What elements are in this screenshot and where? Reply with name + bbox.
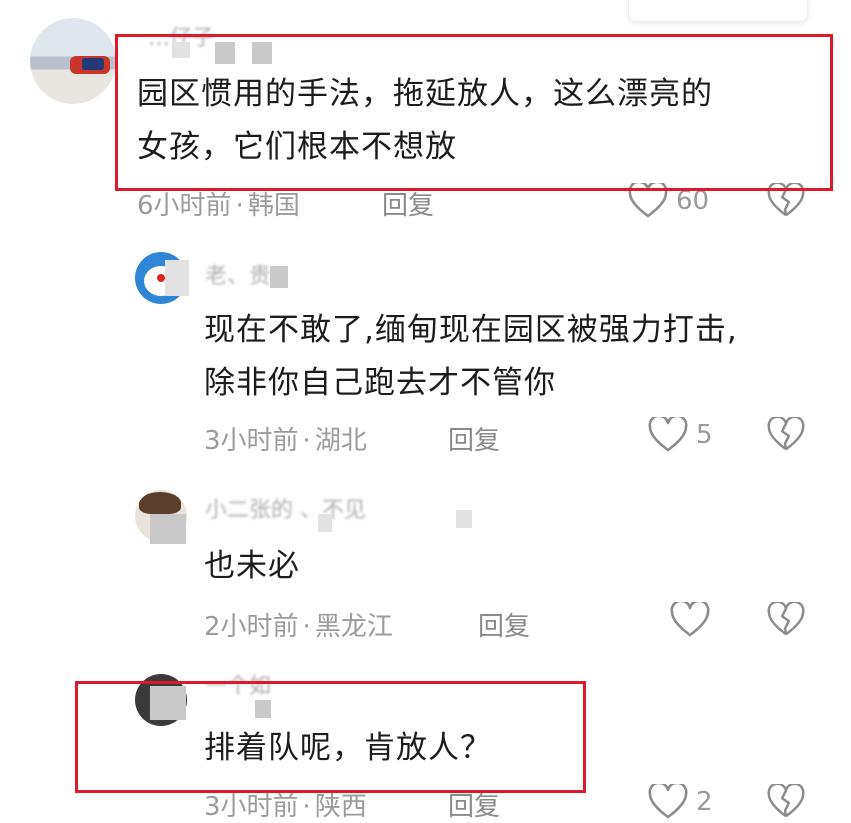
broken-heart-icon (767, 602, 805, 638)
dislike-button[interactable] (767, 602, 805, 638)
comment-time: 6小时前 (137, 191, 232, 221)
name-mosaic (270, 266, 288, 288)
commenter-name[interactable]: 老、贵 (205, 258, 271, 290)
highlight-box (75, 681, 586, 793)
like-button[interactable]: 2 (648, 784, 713, 820)
comment-meta: 2小时前 · 黑龙江 (204, 606, 393, 643)
heart-icon (648, 417, 688, 453)
heart-icon (648, 784, 688, 820)
dislike-button[interactable] (767, 417, 805, 453)
avatar[interactable] (30, 18, 116, 104)
like-count: 2 (696, 787, 713, 817)
broken-heart-icon (767, 784, 805, 820)
comment-location: 韩国 (247, 191, 300, 221)
comment-item: 小二张的 、不见 也未必 2小时前 · 黑龙江 回复 (0, 470, 851, 660)
highlight-box (115, 34, 833, 191)
comment-location: 湖北 (314, 426, 367, 456)
meta-separator: · (302, 426, 311, 456)
avatar-mosaic (165, 260, 189, 296)
name-mosaic (318, 514, 332, 532)
meta-separator: · (235, 191, 244, 221)
avatar-mosaic (150, 514, 186, 544)
commenter-name[interactable]: 小二张的 、不见 (205, 492, 366, 524)
comment-location: 陕西 (314, 792, 367, 822)
comment-time: 2小时前 (204, 612, 299, 642)
comment-meta: 3小时前 · 湖北 (204, 420, 367, 457)
reply-button[interactable]: 回复 (448, 420, 500, 457)
like-count: 5 (696, 420, 713, 450)
reply-button[interactable]: 回复 (478, 606, 530, 643)
name-mosaic (456, 510, 472, 528)
comment-time: 3小时前 (204, 792, 299, 822)
comment-text: 现在不敢了,缅甸现在园区被强力打击, 除非你自己跑去才不管你 (204, 312, 738, 401)
meta-separator: · (302, 612, 311, 642)
comment-item: 老、贵 现在不敢了,缅甸现在园区被强力打击, 除非你自己跑去才不管你 3小时前 ·… (0, 230, 851, 470)
broken-heart-icon (767, 417, 805, 453)
comment-text: 也未必 (204, 548, 300, 584)
dislike-button[interactable] (767, 784, 805, 820)
comment-time: 3小时前 (204, 426, 299, 456)
like-button[interactable] (670, 602, 710, 638)
heart-icon (670, 602, 710, 638)
comment-location: 黑龙江 (314, 612, 393, 642)
like-button[interactable]: 5 (648, 417, 713, 453)
meta-separator: · (302, 792, 311, 822)
